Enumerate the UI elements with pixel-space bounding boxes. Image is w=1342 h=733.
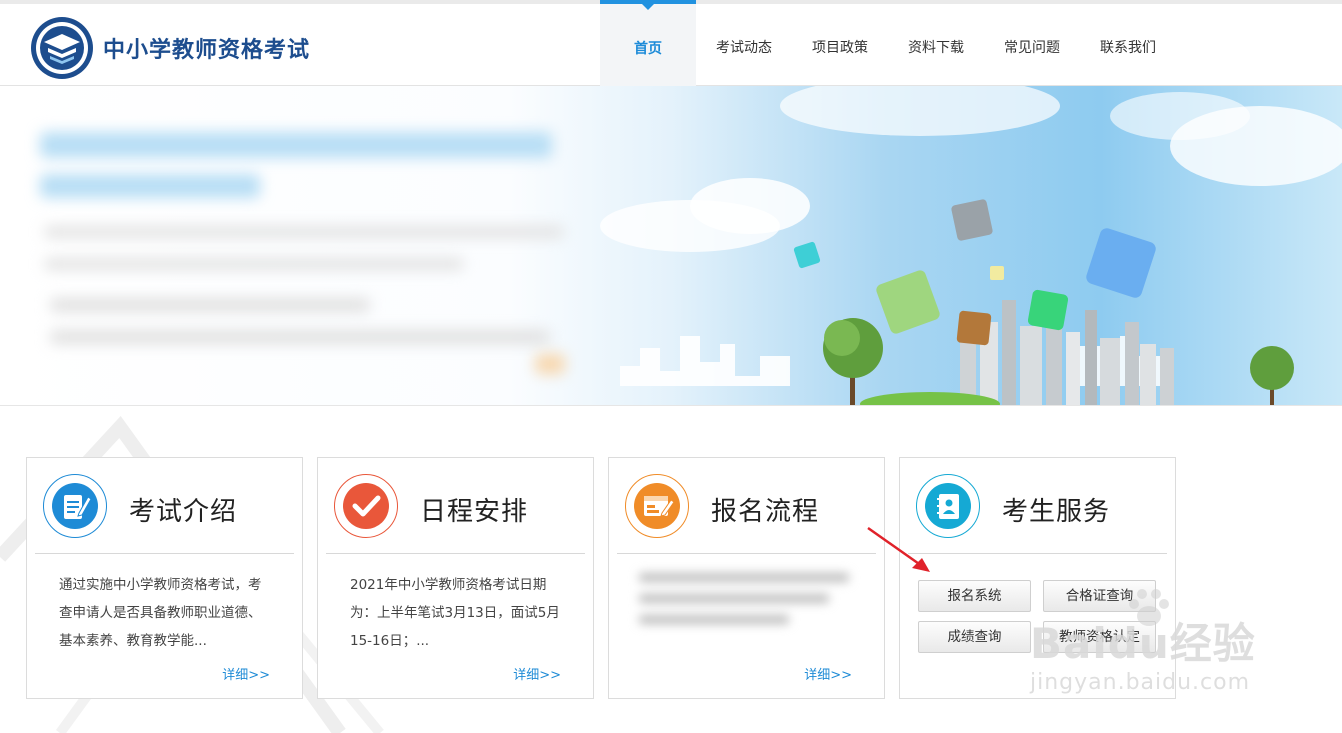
card-title[interactable]: 日程安排 — [420, 491, 528, 528]
main-nav: 首页 考试动态 项目政策 资料下载 常见问题 联系我们 — [600, 0, 1176, 90]
form-pen-icon — [634, 483, 680, 529]
card-schedule: 日程安排 2021年中小学教师资格考试日期为：上半年笔试3月13日，面试5月15… — [317, 457, 594, 699]
site-logo-icon[interactable] — [30, 16, 94, 80]
hero-banner — [0, 86, 1342, 406]
blurred-bullet-2 — [50, 330, 550, 344]
card-description: 通过实施中小学教师资格考试，考查申请人是否具备教师职业道德、基本素养、教育教学能… — [59, 577, 262, 649]
card-description: 2021年中小学教师资格考试日期为：上半年笔试3月13日，面试5月15-16日；… — [350, 577, 560, 649]
watermark-url: jingyan.baidu.com — [1030, 670, 1251, 695]
nav-downloads[interactable]: 资料下载 — [888, 0, 984, 89]
city-illustration — [600, 86, 1342, 405]
card-divider — [35, 553, 294, 554]
card-more-link[interactable]: 详细>> — [804, 664, 852, 683]
blurred-paragraph-2 — [44, 258, 464, 270]
blurred-paragraph — [44, 226, 564, 238]
card-divider — [617, 553, 876, 554]
card-divider — [326, 553, 585, 554]
annotation-arrow-icon — [867, 526, 930, 572]
document-edit-icon — [52, 483, 98, 529]
blurred-bullet — [50, 298, 370, 312]
card-registration-icon-wrap — [625, 474, 689, 538]
nav-contact[interactable]: 联系我们 — [1080, 0, 1176, 89]
card-title[interactable]: 报名流程 — [711, 491, 819, 528]
checkmark-icon — [343, 483, 389, 529]
watermark-brand: Baidu经验 — [1030, 619, 1256, 668]
nav-policy[interactable]: 项目政策 — [792, 0, 888, 89]
nav-home[interactable]: 首页 — [600, 0, 696, 89]
blurred-headline — [40, 132, 552, 158]
nav-exam-news[interactable]: 考试动态 — [696, 0, 792, 89]
blurred-headline-line2 — [40, 174, 260, 198]
card-divider — [908, 553, 1167, 554]
card-title[interactable]: 考生服务 — [1002, 491, 1110, 528]
card-more-link[interactable]: 详细>> — [222, 664, 270, 683]
card-exam-intro: 考试介绍 通过实施中小学教师资格考试，考查申请人是否具备教师职业道德、基本素养、… — [26, 457, 303, 699]
score-query-button[interactable]: 成绩查询 — [918, 621, 1031, 653]
contact-book-icon — [925, 483, 971, 529]
card-schedule-icon-wrap — [334, 474, 398, 538]
site-header: 中小学教师资格考试 首页 考试动态 项目政策 资料下载 常见问题 联系我们 — [0, 0, 1342, 89]
blurred-description — [639, 573, 859, 636]
registration-system-button[interactable]: 报名系统 — [918, 580, 1031, 612]
card-registration-process: 报名流程 详细>> — [608, 457, 885, 699]
card-more-link[interactable]: 详细>> — [513, 664, 561, 683]
card-exam-intro-icon-wrap — [43, 474, 107, 538]
card-title[interactable]: 考试介绍 — [129, 491, 237, 528]
site-title[interactable]: 中小学教师资格考试 — [103, 32, 310, 64]
nav-faq[interactable]: 常见问题 — [984, 0, 1080, 89]
